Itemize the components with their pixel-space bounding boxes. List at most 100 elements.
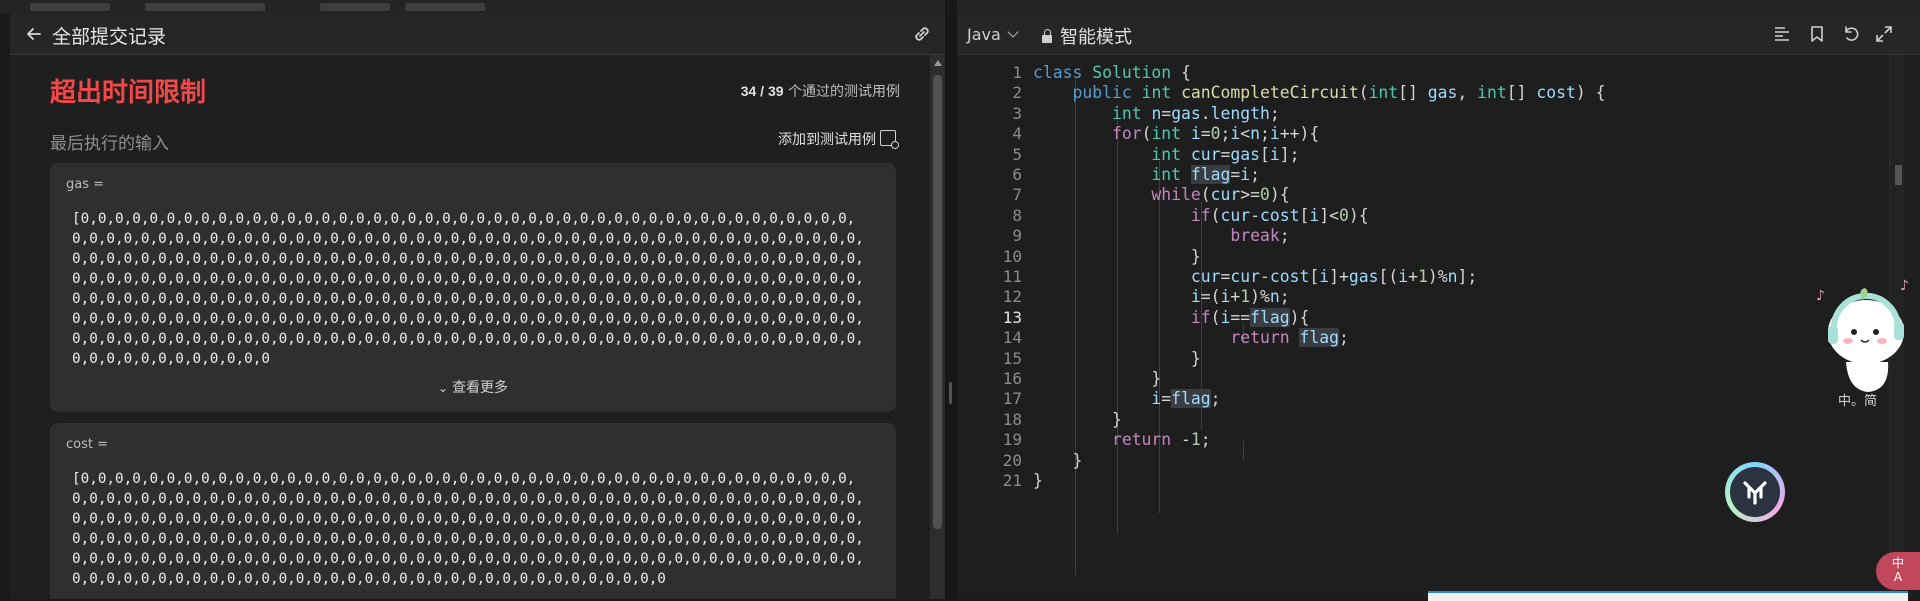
- code-line[interactable]: while(cur>=0){: [1033, 185, 1289, 204]
- add-to-testcase-label: 添加到测试用例: [778, 132, 876, 148]
- code-line[interactable]: int flag=i;: [1033, 165, 1260, 184]
- input-box-gas: gas = [0,0,0,0,0,0,0,0,0,0,0,0,0,0,0,0,0…: [50, 163, 896, 412]
- code-line[interactable]: int n=gas.length;: [1033, 104, 1280, 123]
- popup-edge: [1428, 591, 1908, 601]
- code-line[interactable]: return flag;: [1033, 328, 1349, 348]
- code-line[interactable]: i=flag;: [1033, 389, 1221, 409]
- line-number: 10: [1002, 246, 1022, 266]
- expand-icon[interactable]: [1873, 23, 1895, 45]
- line-number: 19: [1002, 430, 1022, 450]
- code-line[interactable]: }: [1033, 451, 1082, 470]
- line-number: 7: [1012, 185, 1022, 205]
- code-line[interactable]: }: [1033, 247, 1201, 266]
- input-name: gas =: [66, 177, 105, 192]
- line-number: 20: [1002, 450, 1022, 470]
- format-icon[interactable]: [1771, 23, 1793, 45]
- code-line[interactable]: class Solution {: [1033, 63, 1191, 82]
- code-line[interactable]: public int canCompleteCircuit(int[] gas,…: [1033, 83, 1605, 102]
- add-testcase-icon: [880, 130, 899, 149]
- scrollbar-thumb[interactable]: [933, 75, 942, 529]
- line-number: 5: [1012, 144, 1022, 164]
- mascot-sticker-icon: 中。简 ♪ ♪: [1816, 278, 1909, 409]
- code-line[interactable]: return -1;: [1033, 430, 1211, 449]
- submission-header: 全部提交记录: [10, 14, 945, 55]
- show-more-button[interactable]: ⌄ 查看更多: [50, 377, 896, 397]
- language-select[interactable]: Java: [967, 25, 1019, 44]
- verdict-status: 超出时间限制: [50, 78, 207, 108]
- input-value: [0,0,0,0,0,0,0,0,0,0,0,0,0,0,0,0,0,0,0,0…: [72, 471, 864, 587]
- svg-text:♪: ♪: [1816, 288, 1825, 304]
- line-number: 16: [1002, 369, 1022, 388]
- reset-icon[interactable]: [1840, 23, 1862, 45]
- code-line[interactable]: }: [1033, 410, 1122, 429]
- chevron-down-icon: [1007, 26, 1019, 38]
- passed-number: 34 / 39: [740, 83, 784, 99]
- submission-panel: 全部提交记录 超出时间限制 34 / 39 个通过的测试用例 最后执行的输入 添…: [10, 14, 945, 599]
- top-tab-placeholder: [320, 3, 390, 11]
- line-number: 14: [1002, 328, 1022, 348]
- input-value: [0,0,0,0,0,0,0,0,0,0,0,0,0,0,0,0,0,0,0,0…: [72, 211, 864, 367]
- line-number: 1: [1012, 63, 1022, 82]
- code-line[interactable]: int cur=gas[i];: [1033, 145, 1299, 164]
- line-number: 15: [1002, 348, 1022, 368]
- code-line[interactable]: i=(i+1)%n;: [1033, 287, 1290, 306]
- top-tab-placeholder: [405, 3, 485, 11]
- back-arrow-icon[interactable]: [24, 24, 44, 44]
- code-line[interactable]: break;: [1033, 226, 1289, 245]
- line-number: 18: [1002, 409, 1022, 429]
- passed-count: 34 / 39 个通过的测试用例: [741, 81, 900, 101]
- input-name: cost =: [66, 437, 108, 452]
- line-number: 9: [1012, 226, 1022, 246]
- smart-mode-toggle[interactable]: 智能模式: [1042, 23, 1132, 49]
- indent-guide: [1243, 441, 1244, 461]
- translate-button[interactable]: 中 A: [1876, 552, 1920, 590]
- submission-content: 超出时间限制 34 / 39 个通过的测试用例 最后执行的输入 添加到测试用例 …: [10, 55, 930, 599]
- top-tab-placeholder: [145, 3, 265, 11]
- line-number: 6: [1012, 165, 1022, 184]
- code-line[interactable]: if(cur-cost[i]<0){: [1033, 206, 1369, 225]
- code-line[interactable]: }: [1033, 471, 1043, 490]
- lock-icon: [1042, 29, 1052, 43]
- resize-grip[interactable]: [949, 382, 952, 404]
- line-number: 21: [1002, 471, 1022, 490]
- line-number: 12: [1002, 287, 1022, 307]
- panel-divider[interactable]: [945, 0, 957, 599]
- assistant-inner: [1730, 467, 1780, 517]
- line-number: 2: [1012, 83, 1022, 103]
- input-box-cost: cost = [0,0,0,0,0,0,0,0,0,0,0,0,0,0,0,0,…: [50, 423, 896, 599]
- double-chevron-down-icon: ⌄: [437, 381, 449, 395]
- language-label: Java: [967, 25, 1001, 44]
- last-input-label: 最后执行的输入: [50, 134, 169, 154]
- bookmark-icon[interactable]: [1806, 23, 1828, 45]
- code-line[interactable]: for(int i=0;i<n;i++){: [1033, 124, 1319, 143]
- editor-scrollbar-thumb[interactable]: [1895, 165, 1902, 185]
- mascot-caption: 中。简: [1838, 393, 1877, 409]
- line-number: 17: [1002, 389, 1022, 409]
- all-submissions-link[interactable]: 全部提交记录: [52, 22, 166, 49]
- line-number: 11: [1002, 267, 1022, 286]
- editor-toolbar: Java 智能模式: [957, 14, 1920, 55]
- line-number: 13: [1002, 307, 1022, 327]
- top-strip: [0, 0, 1920, 14]
- line-number: 3: [1012, 103, 1022, 123]
- top-tab-placeholder: [30, 3, 110, 11]
- assistant-floating-button[interactable]: [1725, 462, 1785, 522]
- code-line[interactable]: if(i==flag){: [1033, 307, 1309, 327]
- svg-text:♪: ♪: [1900, 278, 1909, 294]
- code-line[interactable]: }: [1033, 349, 1201, 368]
- line-number-gutter: 1 2 3 4 5 6 7 8 9 10 11 12 13 14 15 16 17 18 19 20 21: [957, 55, 1022, 599]
- assistant-logo-icon: [1743, 481, 1767, 505]
- mode-label: 智能模式: [1060, 27, 1132, 48]
- translate-label: 中 A: [1891, 556, 1904, 584]
- code-line[interactable]: }: [1033, 369, 1161, 388]
- left-scrollbar[interactable]: [930, 55, 945, 599]
- line-number: 4: [1012, 124, 1022, 144]
- show-more-label: 查看更多: [452, 380, 509, 396]
- code-area[interactable]: class Solution { public int canCompleteC…: [1033, 55, 1853, 599]
- link-icon[interactable]: [911, 23, 933, 45]
- add-to-testcase-button[interactable]: 添加到测试用例: [778, 129, 899, 149]
- code-line[interactable]: cur=cur-cost[i]+gas[(i+1)%n];: [1033, 267, 1477, 286]
- line-number: 8: [1012, 205, 1022, 225]
- passed-suffix: 个通过的测试用例: [783, 84, 900, 100]
- scroll-up-arrow-icon[interactable]: [934, 60, 942, 66]
